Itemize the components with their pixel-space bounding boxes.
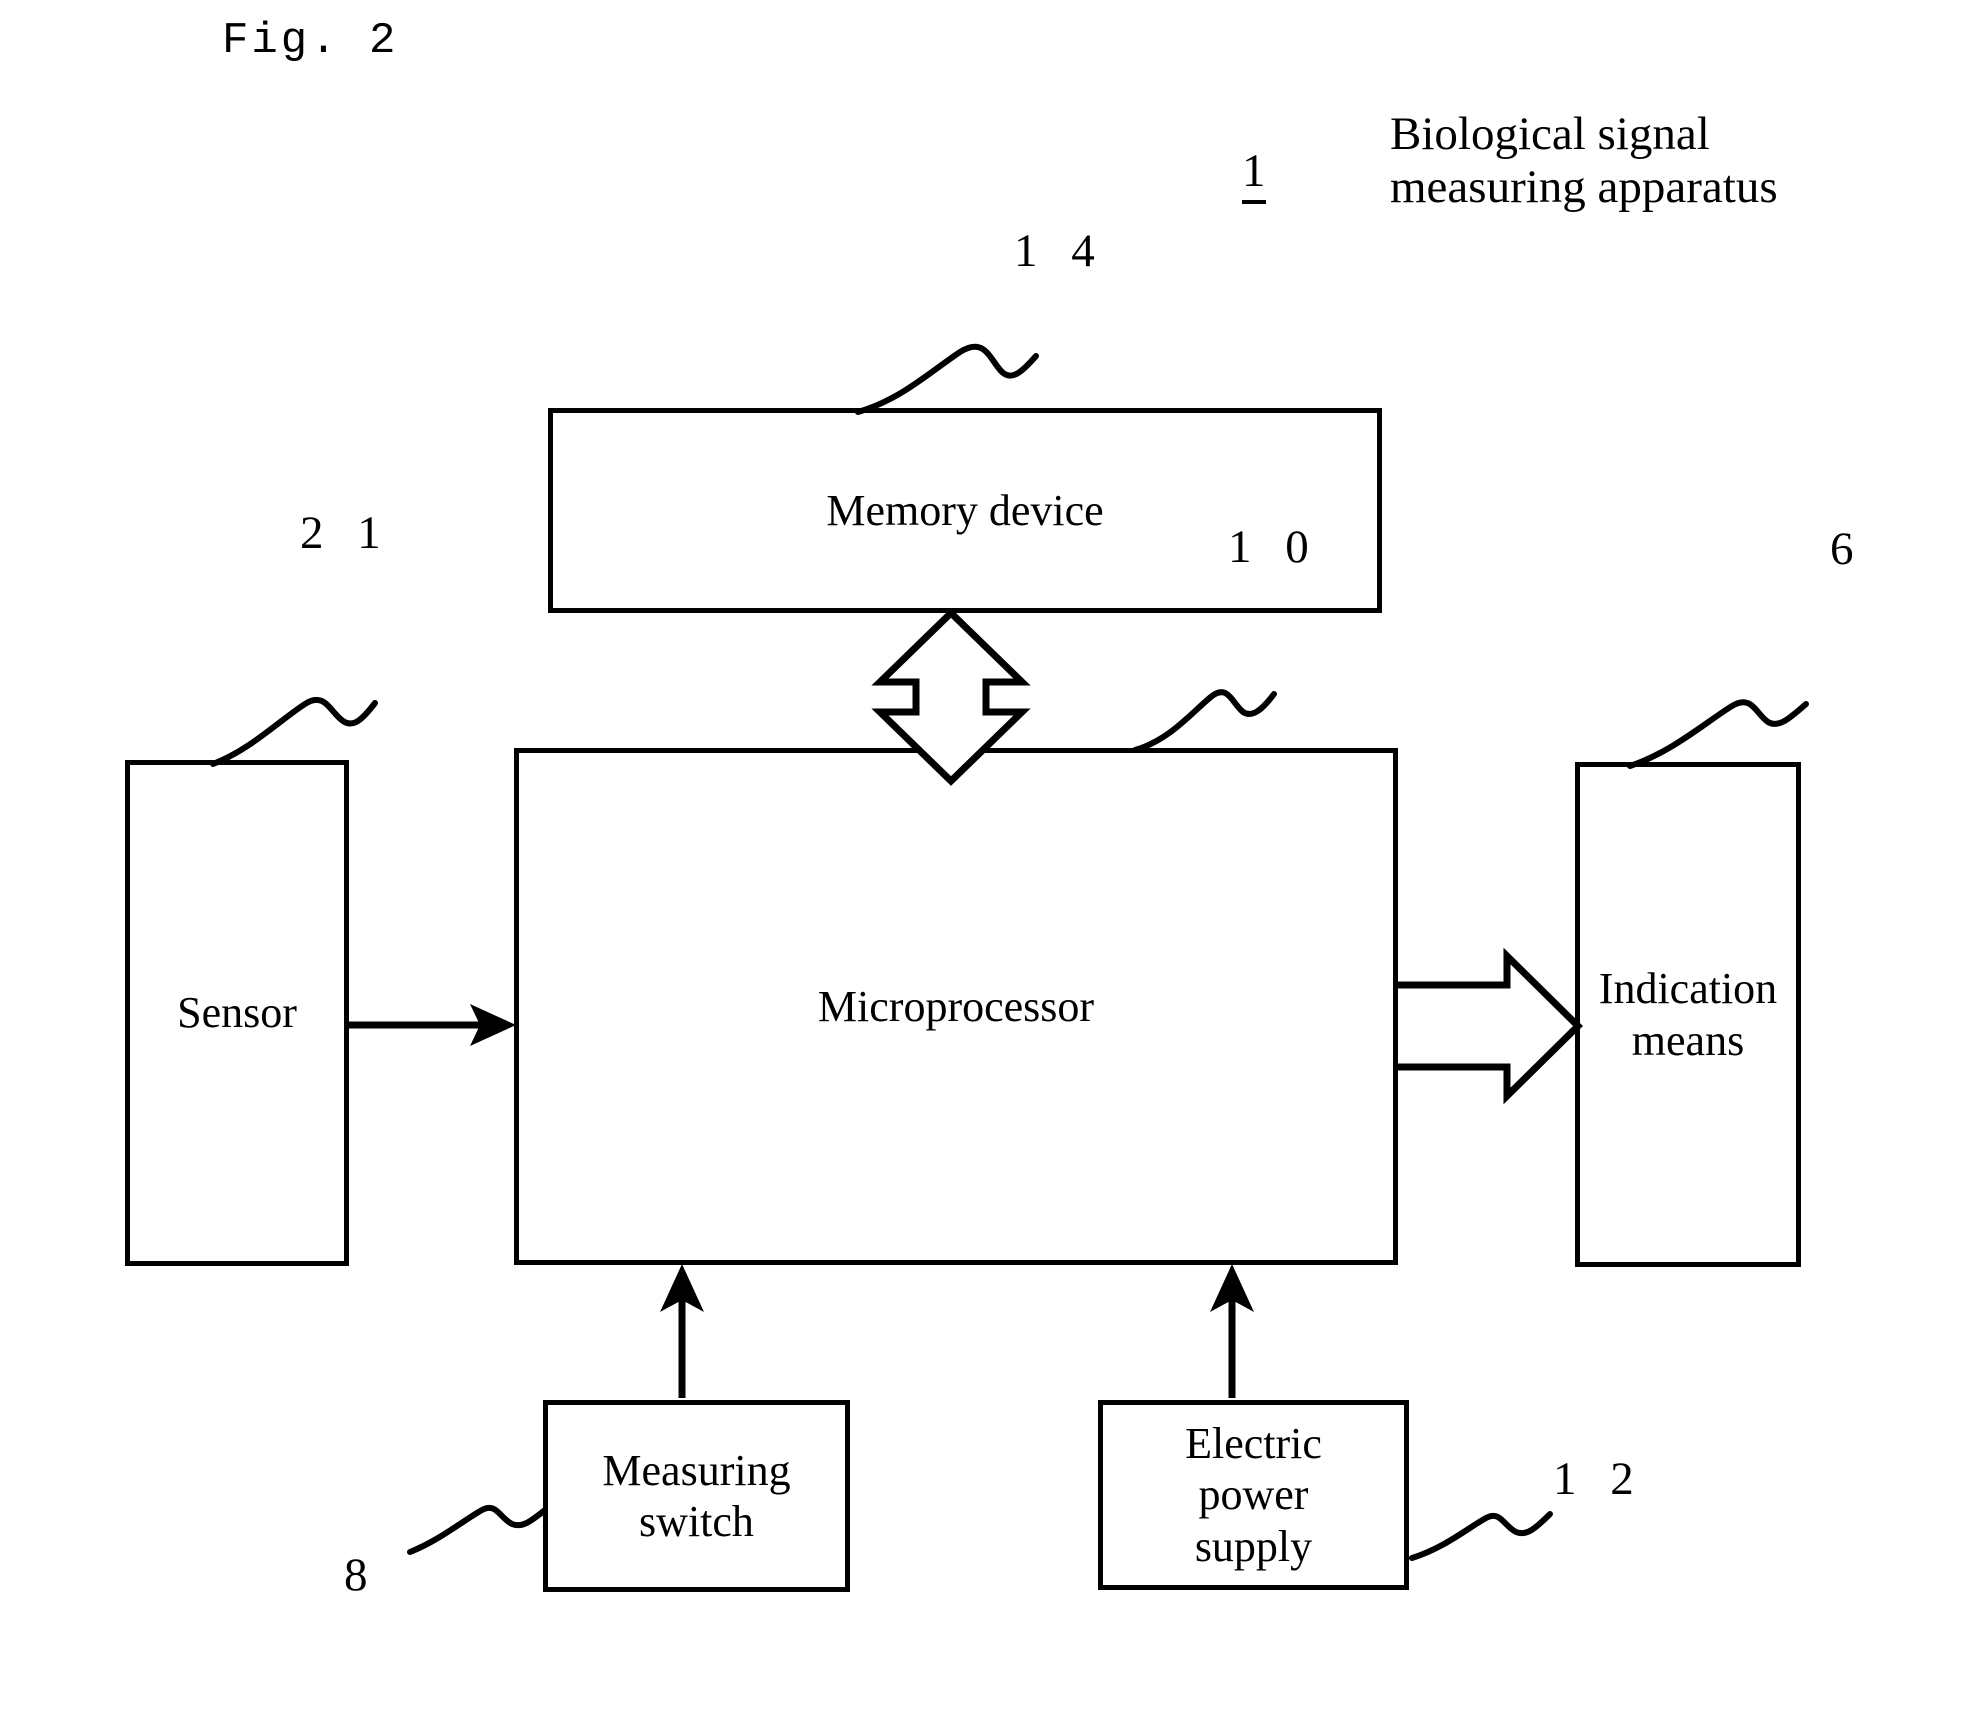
measuring-label-line-2: switch <box>639 1497 754 1546</box>
block-electric-power-supply: Electric power supply <box>1098 1400 1409 1590</box>
apparatus-title-line-2: measuring apparatus <box>1390 160 1778 213</box>
reference-numeral-electric-power-supply: 1 2 <box>1553 1453 1645 1505</box>
block-label-memory-device: Memory device <box>826 485 1104 535</box>
power-label-line-1: Electric <box>1185 1419 1322 1469</box>
reference-numeral-measuring-switch: 8 <box>344 1549 368 1601</box>
block-label-indication-means: Indication means <box>1593 963 1783 1065</box>
block-sensor: Sensor <box>125 760 349 1266</box>
block-arrow-microprocessor-to-indication <box>1398 947 1583 1105</box>
reference-numeral-indication-means: 6 <box>1830 523 1865 575</box>
reference-numeral-microprocessor: 1 0 <box>1228 521 1320 573</box>
apparatus-title: Biological signal measuring apparatus <box>1390 108 1860 213</box>
power-label-line-3: supply <box>1194 1521 1313 1571</box>
arrow-sensor-to-microprocessor <box>349 1004 516 1046</box>
arrow-power-supply-to-microprocessor <box>1210 1264 1254 1398</box>
reference-numeral-sensor: 2 1 <box>300 507 392 559</box>
indication-label-line-1: Indication <box>1598 964 1778 1014</box>
block-label-measuring-switch: Measuring switch <box>596 1445 796 1547</box>
leader-line-measuring-switch <box>407 1504 548 1555</box>
leader-line-memory-device <box>855 343 1039 415</box>
leader-line-electric-power-supply <box>1409 1511 1553 1561</box>
reference-numeral-memory-device: 1 4 <box>1014 225 1106 277</box>
block-label-sensor: Sensor <box>177 988 297 1038</box>
block-label-microprocessor: Microprocessor <box>817 981 1095 1031</box>
block-measuring-switch: Measuring switch <box>543 1400 850 1592</box>
measuring-label-line-1: Measuring <box>602 1445 791 1495</box>
arrow-measuring-switch-to-microprocessor <box>660 1264 704 1398</box>
block-label-electric-power-supply: Electric power supply <box>1179 1418 1328 1571</box>
leader-line-indication-means <box>1627 699 1809 769</box>
block-memory-device: Memory device <box>548 408 1382 613</box>
figure-page: Fig. 2 1 Biological signal measuring app… <box>0 0 1971 1711</box>
block-microprocessor: Microprocessor <box>514 748 1398 1265</box>
apparatus-title-line-1: Biological signal <box>1390 108 1710 160</box>
block-indication-means: Indication means <box>1575 762 1801 1267</box>
power-label-line-2: power <box>1198 1470 1309 1520</box>
leader-line-microprocessor <box>1132 689 1277 753</box>
leader-line-sensor <box>210 696 378 767</box>
figure-caption: Fig. 2 <box>222 16 399 66</box>
apparatus-reference-numeral: 1 <box>1242 148 1266 204</box>
indication-label-line-2: means <box>1631 1015 1745 1065</box>
